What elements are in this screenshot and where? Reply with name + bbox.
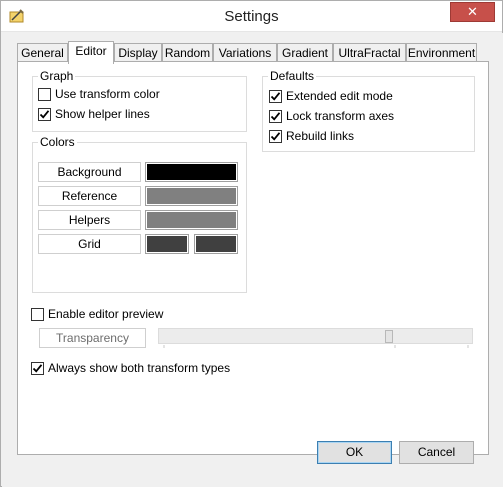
extended-edit-mode-checkbox[interactable] <box>269 90 282 103</box>
always-show-both-label: Always show both transform types <box>48 361 231 375</box>
tab-environment[interactable]: Environment <box>406 43 477 62</box>
cancel-button[interactable]: Cancel <box>399 441 474 464</box>
background-color-fill <box>147 164 236 180</box>
use-transform-color-label: Use transform color <box>55 87 160 101</box>
lock-transform-axes-checkbox[interactable] <box>269 110 282 123</box>
defaults-group-title: Defaults <box>268 69 317 83</box>
checkmark-icon <box>39 110 50 119</box>
checkmark-icon <box>270 112 281 121</box>
tab-display[interactable]: Display <box>114 43 162 62</box>
settings-window: Settings ✕ General Editor Display Random… <box>0 0 503 487</box>
grid-color-swatch-1[interactable] <box>145 234 189 254</box>
tab-editor[interactable]: Editor <box>68 41 114 64</box>
transparency-slider-thumb[interactable] <box>385 330 393 343</box>
colors-group: Colors Background Reference Helpers Grid <box>32 135 247 293</box>
background-color-swatch[interactable] <box>145 162 238 182</box>
transparency-label: Transparency <box>39 328 146 348</box>
helpers-color-fill <box>147 212 236 228</box>
slider-ticks <box>163 345 469 348</box>
tab-gradient[interactable]: Gradient <box>277 43 333 62</box>
rebuild-links-checkbox[interactable] <box>269 130 282 143</box>
defaults-group: Defaults Extended edit mode Lock transfo… <box>262 69 475 152</box>
grid-color-fill-2 <box>196 236 236 252</box>
enable-editor-preview-label: Enable editor preview <box>48 307 164 321</box>
graph-group-title: Graph <box>38 69 76 83</box>
close-icon: ✕ <box>467 4 478 19</box>
always-show-both-checkbox[interactable] <box>31 362 44 375</box>
tab-random[interactable]: Random <box>162 43 213 62</box>
graph-group: Graph Use transform color Show helper li… <box>32 69 247 132</box>
checkmark-icon <box>270 132 281 141</box>
grid-color-swatch-2[interactable] <box>194 234 238 254</box>
grid-color-fill-1 <box>147 236 187 252</box>
ok-button[interactable]: OK <box>317 441 392 464</box>
tab-ultrafractal[interactable]: UltraFractal <box>333 43 406 62</box>
background-color-label: Background <box>38 162 141 182</box>
enable-editor-preview-checkbox[interactable] <box>31 308 44 321</box>
use-transform-color-checkbox[interactable] <box>38 88 51 101</box>
tab-general[interactable]: General <box>17 43 68 62</box>
extended-edit-mode-label: Extended edit mode <box>286 89 393 103</box>
tab-variations[interactable]: Variations <box>213 43 277 62</box>
reference-color-label: Reference <box>38 186 141 206</box>
reference-color-fill <box>147 188 236 204</box>
reference-color-swatch[interactable] <box>145 186 238 206</box>
window-title: Settings <box>224 8 279 25</box>
show-helper-lines-checkbox[interactable] <box>38 108 51 121</box>
close-button[interactable]: ✕ <box>450 2 495 22</box>
grid-color-label: Grid <box>38 234 141 254</box>
helpers-color-label: Helpers <box>38 210 141 230</box>
lock-transform-axes-label: Lock transform axes <box>286 109 395 123</box>
checkmark-icon <box>32 364 43 373</box>
dialog-client-area: General Editor Display Random Variations… <box>2 33 503 487</box>
editor-tab-panel: Graph Use transform color Show helper li… <box>17 61 489 455</box>
rebuild-links-label: Rebuild links <box>286 129 355 143</box>
transparency-slider[interactable] <box>158 328 473 348</box>
checkmark-icon <box>270 92 281 101</box>
show-helper-lines-label: Show helper lines <box>55 107 150 121</box>
title-bar: Settings ✕ <box>1 1 502 32</box>
colors-group-title: Colors <box>38 135 77 149</box>
helpers-color-swatch[interactable] <box>145 210 238 230</box>
